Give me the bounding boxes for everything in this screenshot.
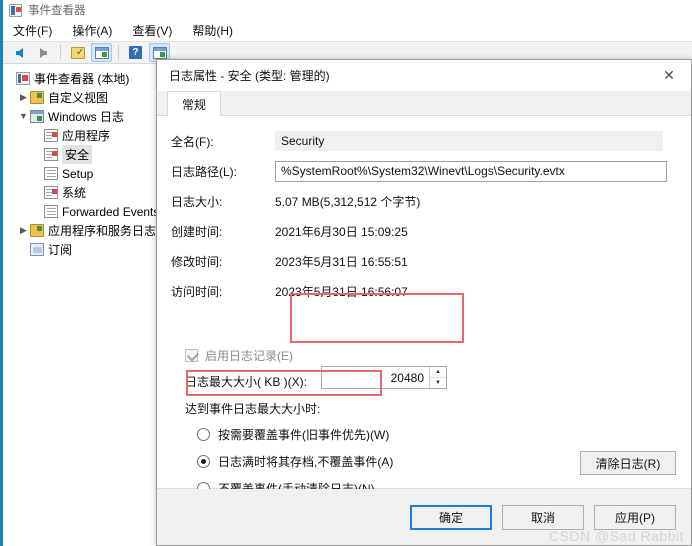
max-size-stepper[interactable]: 20480 ▲ ▼ bbox=[321, 366, 447, 389]
help-icon: ? bbox=[129, 46, 142, 59]
menu-item-3[interactable]: 帮助(H) bbox=[190, 21, 235, 40]
form-row-2: 日志大小: 5.07 MB(5,312,512 个字节) bbox=[157, 188, 691, 214]
tree-item-label: 自定义视图 bbox=[48, 91, 109, 105]
dialog-titlebar: 日志属性 - 安全 (类型: 管理的) ✕ bbox=[157, 60, 691, 91]
ok-button[interactable]: 确定 bbox=[410, 504, 492, 530]
close-icon[interactable]: ✕ bbox=[647, 60, 691, 91]
tree-item-label: 系统 bbox=[62, 186, 87, 200]
tree-item-label: 事件查看器 (本地) bbox=[34, 72, 130, 86]
log-red-icon bbox=[44, 129, 58, 142]
tree-item-label: 应用程序和服务日志 bbox=[48, 224, 157, 238]
dialog-tabstrip: 常规 bbox=[157, 91, 691, 116]
tree-item-label: Windows 日志 bbox=[48, 110, 125, 124]
tree-item-label: 应用程序 bbox=[62, 129, 111, 143]
log-red-icon bbox=[44, 148, 58, 161]
clear-log-button[interactable]: 清除日志(R) bbox=[580, 451, 676, 475]
back-arrow-icon bbox=[16, 47, 23, 58]
max-size-row: 日志最大大小( KB )(X): bbox=[185, 373, 319, 390]
radio-button bbox=[197, 455, 210, 468]
max-size-input[interactable]: 20480 bbox=[322, 367, 429, 388]
field-label-0: 全名(F): bbox=[171, 134, 214, 149]
field-label-4: 修改时间: bbox=[171, 254, 223, 269]
form-row-4: 修改时间: 2023年5月31日 16:55:51 bbox=[157, 248, 691, 274]
radio-option-1[interactable]: 日志满时将其存档,不覆盖事件(A) bbox=[197, 453, 393, 470]
app-titlebar: 事件查看器 bbox=[3, 0, 692, 20]
tree-item-label: 安全 bbox=[62, 145, 93, 164]
when-full-label: 达到事件日志最大大小时: bbox=[185, 402, 321, 416]
folder-icon bbox=[30, 224, 44, 237]
help-icon[interactable]: ? bbox=[125, 43, 146, 62]
dialog-title: 日志属性 - 安全 (类型: 管理的) bbox=[169, 69, 330, 83]
chevron-down-icon[interactable]: ▼ bbox=[17, 112, 30, 121]
show-hide-action-pane-icon bbox=[152, 46, 167, 59]
spin-up-icon[interactable]: ▲ bbox=[430, 367, 446, 378]
apply-button[interactable]: 应用(P) bbox=[594, 504, 676, 530]
chevron-right-icon[interactable]: ▶ bbox=[17, 226, 30, 235]
field-label-2: 日志大小: bbox=[171, 194, 223, 209]
event-viewer-icon bbox=[16, 72, 30, 85]
show-hide-console-tree-icon bbox=[94, 46, 109, 59]
radio-label: 按需要覆盖事件(旧事件优先)(W) bbox=[218, 428, 390, 442]
field-value-0: Security bbox=[275, 131, 663, 151]
tab-general[interactable]: 常规 bbox=[167, 91, 222, 116]
event-viewer-icon bbox=[9, 3, 22, 17]
folder-icon bbox=[30, 91, 44, 104]
forward-arrow-icon bbox=[40, 47, 47, 58]
radio-button bbox=[197, 428, 210, 441]
forward-arrow-icon[interactable] bbox=[33, 43, 54, 62]
log-red-icon bbox=[44, 186, 58, 199]
app-title: 事件查看器 bbox=[28, 5, 86, 17]
properties-icon bbox=[70, 46, 85, 59]
field-value-4: 2023年5月31日 16:55:51 bbox=[275, 254, 408, 269]
screen: 事件查看器 文件(F) 操作(A) 查看(V) 帮助(H) ? 事件查看器 (本地) ▶… bbox=[0, 0, 692, 546]
enable-logging-checkbox[interactable]: 启用日志记录(E) bbox=[185, 347, 293, 364]
field-value-2: 5.07 MB(5,312,512 个字节) bbox=[275, 194, 421, 209]
menu-item-0[interactable]: 文件(F) bbox=[11, 21, 54, 40]
checkbox-box bbox=[185, 349, 198, 362]
tree-item-label: Forwarded Events bbox=[62, 204, 160, 219]
spin-down-icon[interactable]: ▼ bbox=[430, 378, 446, 388]
watermark: CSDN @Sad Rabbit bbox=[548, 528, 684, 544]
max-size-label: 日志最大大小( KB )(X): bbox=[185, 375, 307, 389]
form-row-1: 日志路径(L): %SystemRoot%\System32\Winevt\Log… bbox=[157, 158, 691, 184]
properties-icon[interactable] bbox=[67, 43, 88, 62]
log-icon bbox=[44, 205, 58, 218]
back-arrow-icon[interactable] bbox=[9, 43, 30, 62]
menu-item-1[interactable]: 操作(A) bbox=[70, 21, 114, 40]
show-hide-console-tree-icon[interactable] bbox=[91, 43, 112, 62]
stepper-buttons[interactable]: ▲ ▼ bbox=[429, 367, 446, 388]
field-label-3: 创建时间: bbox=[171, 224, 223, 239]
subscriptions-icon bbox=[30, 243, 44, 256]
menu-bar: 文件(F) 操作(A) 查看(V) 帮助(H) bbox=[3, 20, 692, 40]
field-value-1[interactable]: %SystemRoot%\System32\Winevt\Logs\Securi… bbox=[275, 160, 667, 182]
radio-label: 日志满时将其存档,不覆盖事件(A) bbox=[218, 455, 394, 469]
windows-logs-icon bbox=[30, 110, 44, 123]
toolbar-separator bbox=[118, 45, 119, 60]
log-properties-dialog: 日志属性 - 安全 (类型: 管理的) ✕ 常规 全名(F): Security 日… bbox=[156, 59, 692, 546]
tree-item-label: Setup bbox=[62, 166, 94, 181]
field-value-3: 2021年6月30日 15:09:25 bbox=[275, 224, 408, 239]
tree-item-label: 订阅 bbox=[48, 243, 73, 257]
dialog-body: 全名(F): Security 日志路径(L): %SystemRoot%\Syste… bbox=[157, 116, 691, 496]
radio-option-0[interactable]: 按需要覆盖事件(旧事件优先)(W) bbox=[197, 426, 389, 443]
field-label-5: 访问时间: bbox=[171, 284, 223, 299]
toolbar-separator bbox=[60, 45, 61, 60]
field-value-5: 2023年5月31日 16:56:07 bbox=[275, 284, 408, 299]
form-row-5: 访问时间: 2023年5月31日 16:56:07 bbox=[157, 278, 691, 304]
log-icon bbox=[44, 167, 58, 180]
enable-logging-label: 启用日志记录(E) bbox=[205, 349, 293, 363]
chevron-right-icon[interactable]: ▶ bbox=[17, 93, 30, 102]
field-label-1: 日志路径(L): bbox=[171, 164, 238, 179]
form-row-0: 全名(F): Security bbox=[157, 128, 691, 154]
form-row-3: 创建时间: 2021年6月30日 15:09:25 bbox=[157, 218, 691, 244]
cancel-button[interactable]: 取消 bbox=[502, 504, 584, 530]
menu-item-2[interactable]: 查看(V) bbox=[130, 21, 174, 40]
